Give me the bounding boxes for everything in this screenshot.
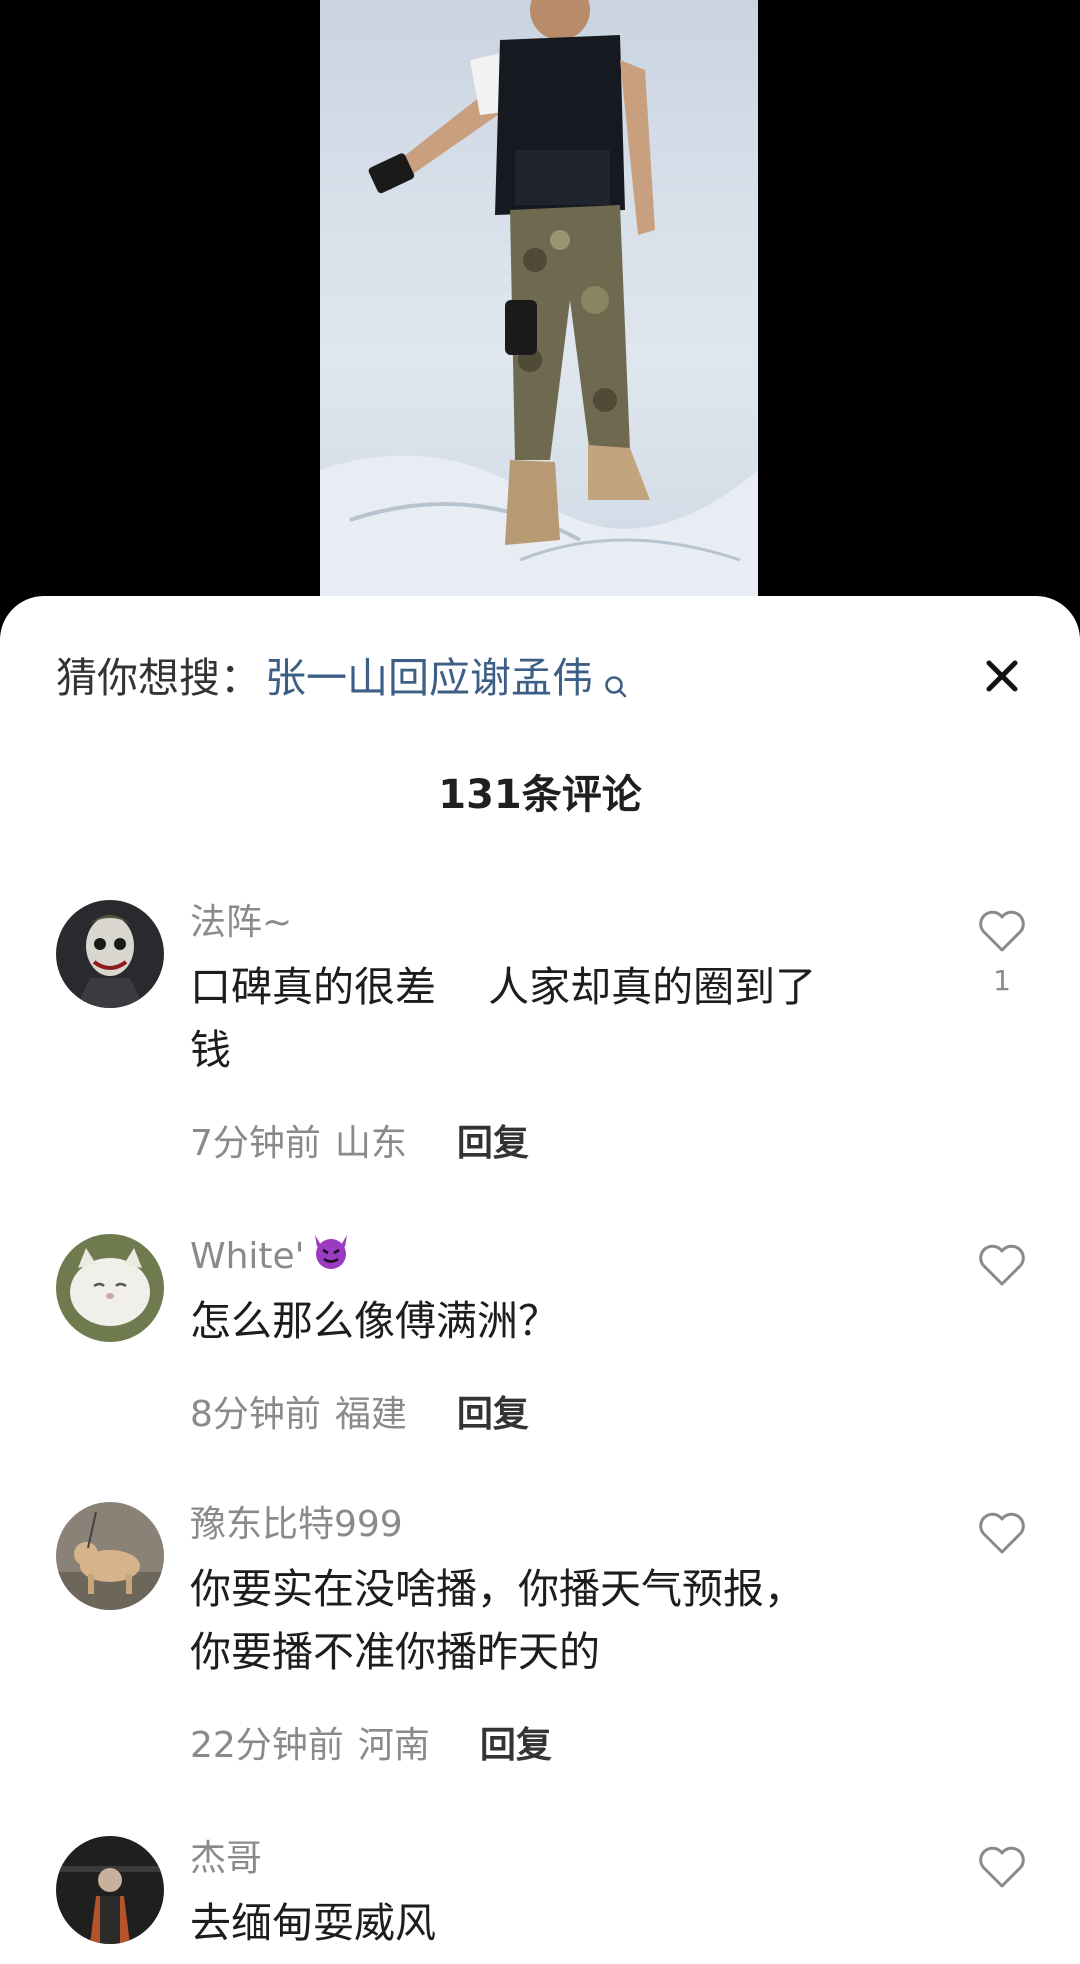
video-frame[interactable]	[320, 0, 758, 600]
comment-text: 去缅甸耍威风	[190, 1899, 436, 1947]
search-icon[interactable]	[603, 658, 629, 698]
person-dark-avatar-icon	[56, 1836, 164, 1944]
comment-time: 22分钟前	[190, 1725, 344, 1766]
close-icon	[986, 660, 1018, 692]
video-still-soldier-image	[320, 0, 758, 600]
search-suggestion-prefix: 猜你想搜：	[56, 654, 261, 702]
dog-avatar-icon	[56, 1502, 164, 1610]
comment-time: 7分钟前	[190, 1123, 321, 1164]
search-suggestion-term[interactable]: 张一山回应谢孟伟	[265, 650, 593, 706]
like-button[interactable]	[974, 1510, 1030, 1560]
comment-time: 8分钟前	[190, 1394, 321, 1435]
avatar[interactable]	[56, 1502, 164, 1610]
heart-icon	[979, 910, 1025, 952]
heart-icon	[979, 1846, 1025, 1888]
like-button[interactable]	[974, 1242, 1030, 1292]
comment-username-row[interactable]: White'	[190, 1234, 910, 1280]
comment-count: 131条评论	[438, 772, 642, 818]
avatar[interactable]	[56, 900, 164, 1008]
avatar[interactable]	[56, 1836, 164, 1944]
reply-button[interactable]: 回复	[457, 1385, 529, 1437]
comment-region: 福建	[334, 1394, 407, 1435]
reply-button[interactable]: 回复	[457, 1114, 529, 1166]
joker-avatar-icon	[56, 900, 164, 1008]
comment-text: 怎么那么像傅满洲？	[190, 1297, 559, 1345]
like-button[interactable]	[974, 1844, 1030, 1894]
like-button[interactable]: 1	[974, 908, 1030, 997]
comment-region: 河南	[357, 1725, 430, 1766]
video-player[interactable]	[0, 0, 1080, 600]
comment-region: 山东	[334, 1123, 407, 1164]
comment-username[interactable]: White'	[190, 1234, 305, 1280]
comment-username[interactable]: 法阵~	[190, 900, 910, 946]
heart-icon	[979, 1512, 1025, 1554]
like-count: 1	[993, 964, 1011, 997]
search-suggestion[interactable]: 猜你想搜： 张一山回应谢孟伟	[56, 650, 629, 706]
white-cat-avatar-icon	[56, 1234, 164, 1342]
avatar[interactable]	[56, 1234, 164, 1342]
comment-username[interactable]: 豫东比特999	[190, 1502, 910, 1548]
comment-username[interactable]: 杰哥	[190, 1836, 910, 1882]
heart-icon	[979, 1244, 1025, 1286]
comment-text: 口碑真的很差 人家却真的圈到了 钱	[190, 963, 817, 1074]
comment-sheet: 猜你想搜： 张一山回应谢孟伟 131条评论 法阵~ 口碑真的很差 人家却真的圈到…	[0, 596, 1080, 1964]
reply-button[interactable]: 回复	[480, 1716, 552, 1768]
close-button[interactable]	[978, 652, 1026, 700]
smiling-devil-icon	[309, 1231, 353, 1283]
screen: 猜你想搜： 张一山回应谢孟伟 131条评论 法阵~ 口碑真的很差 人家却真的圈到…	[0, 0, 1080, 1964]
comment-text: 你要实在没啥播，你播天气预报， 你要播不准你播昨天的	[190, 1565, 805, 1676]
